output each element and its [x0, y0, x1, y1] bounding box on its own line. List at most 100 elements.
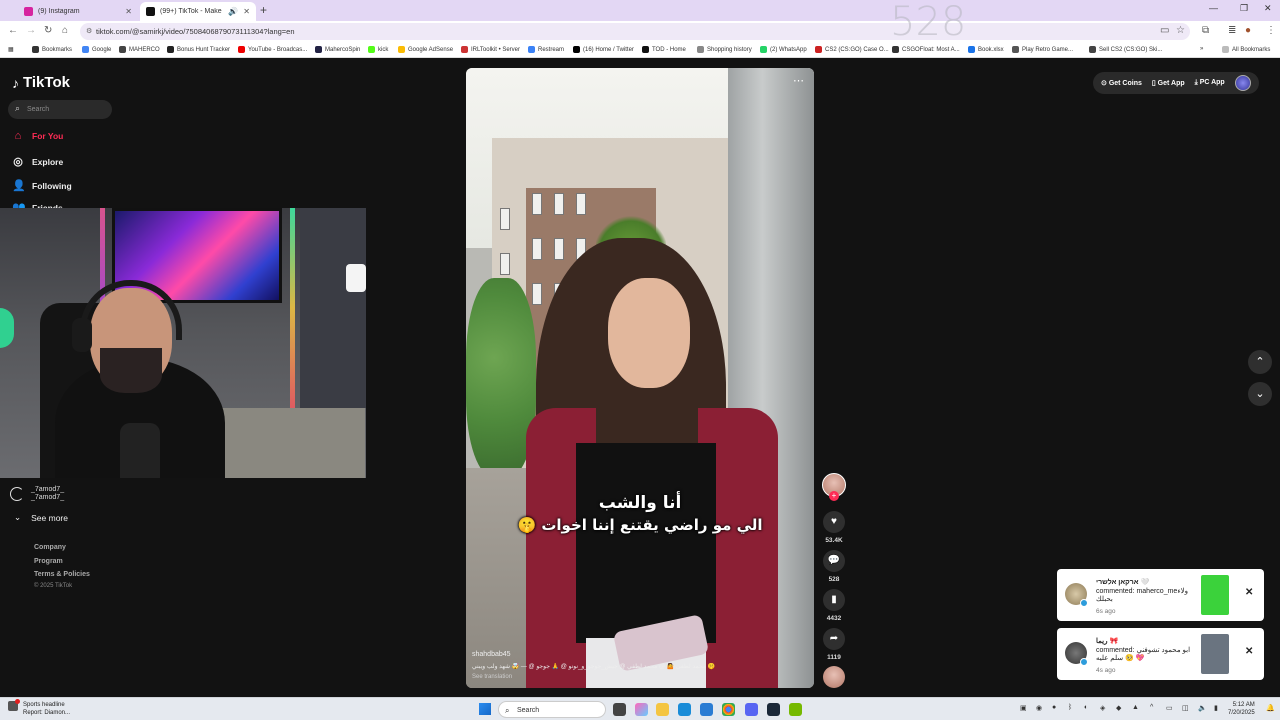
- taskbar-search[interactable]: ⌕ Search: [498, 701, 606, 718]
- store-icon[interactable]: [700, 703, 713, 716]
- tab-tiktok[interactable]: (99+) TikTok - Make Your D 🔊 ✕: [140, 2, 256, 21]
- bookmark-item[interactable]: YouTube - Broadcas...: [238, 46, 307, 53]
- comment-notification[interactable]: ארקאן אלשרי 🤍 commented: maherco_meولاء …: [1057, 569, 1264, 621]
- tab-instagram[interactable]: (9) Instagram ✕: [18, 2, 138, 21]
- footer-company[interactable]: Company: [34, 544, 66, 551]
- close-window-icon[interactable]: ✕: [1264, 3, 1272, 14]
- reload-icon[interactable]: ↻: [44, 25, 52, 36]
- tray-app-icon[interactable]: ◆: [1116, 704, 1121, 712]
- footer-terms[interactable]: Terms & Policies: [34, 571, 90, 578]
- bookmark-item[interactable]: CSGOFloat: Most A...: [892, 46, 960, 53]
- search-input[interactable]: ⌕ Search: [8, 100, 112, 119]
- see-translation-link[interactable]: See translation: [472, 674, 512, 680]
- chrome-icon[interactable]: [722, 703, 735, 716]
- tray-app-icon[interactable]: ◉: [1036, 704, 1042, 712]
- comment-notification[interactable]: ريما 🎀 commented: ابو محمود تشوفني سلم ع…: [1057, 628, 1264, 680]
- like-button[interactable]: ♥: [823, 511, 845, 533]
- copilot-icon[interactable]: [635, 703, 648, 716]
- home-icon[interactable]: ⌂: [62, 25, 68, 36]
- bookmark-item[interactable]: Bookmarks: [32, 46, 72, 53]
- bookmark-item[interactable]: IRLToolkit • Server: [461, 46, 520, 53]
- all-bookmarks-button[interactable]: All Bookmarks: [1222, 46, 1270, 53]
- video-author[interactable]: shahdbab45: [472, 651, 511, 658]
- minimize-icon[interactable]: —: [1209, 3, 1218, 13]
- edge-icon[interactable]: [678, 703, 691, 716]
- tray-app-icon[interactable]: ◈: [1100, 704, 1105, 712]
- volume-icon[interactable]: 🔈: [1198, 704, 1207, 712]
- discord-icon[interactable]: [745, 703, 758, 716]
- see-more-button[interactable]: ⌄ See more: [14, 512, 68, 523]
- start-button[interactable]: [479, 703, 491, 715]
- bluetooth-icon[interactable]: ᛒ: [1068, 704, 1072, 711]
- tray-app-icon[interactable]: ▣: [1020, 704, 1027, 712]
- profile-avatar[interactable]: [1234, 75, 1251, 91]
- bookmark-item[interactable]: Book.xlsx: [968, 46, 1004, 53]
- bookmark-item[interactable]: Bonus Hunt Tracker: [167, 46, 230, 53]
- close-tab-icon[interactable]: ✕: [243, 7, 250, 16]
- comment-button[interactable]: 💬: [823, 550, 845, 572]
- network-icon[interactable]: ◫: [1182, 704, 1189, 712]
- sound-avatar[interactable]: [823, 666, 845, 688]
- bookmark-item[interactable]: Shopping history: [697, 46, 752, 53]
- following-account[interactable]: _7amod7_ _7amod7_: [10, 486, 64, 502]
- nav-explore[interactable]: ◎ Explore: [12, 155, 63, 168]
- bookmark-item[interactable]: kick: [368, 46, 388, 53]
- menu-icon[interactable]: ⋮: [1266, 25, 1276, 36]
- get-coins-button[interactable]: ⊙ Get Coins: [1101, 79, 1142, 87]
- footer-program[interactable]: Program: [34, 558, 63, 565]
- close-icon[interactable]: ✕: [1245, 646, 1253, 657]
- profile-avatar-icon[interactable]: ●: [1245, 25, 1251, 36]
- bookmark-item[interactable]: (16) Home / Twitter: [573, 46, 634, 53]
- more-bookmarks-icon[interactable]: »: [1200, 46, 1203, 52]
- save-button[interactable]: ▮: [823, 589, 845, 611]
- clock[interactable]: 5:12 AM 7/20/2025: [1228, 701, 1255, 717]
- new-tab-button[interactable]: +: [260, 3, 267, 17]
- install-icon[interactable]: ▭: [1160, 25, 1169, 36]
- nvidia-icon[interactable]: [789, 703, 802, 716]
- chevron-up-icon[interactable]: ^: [1150, 704, 1153, 711]
- speaker-icon[interactable]: 🔊: [228, 7, 238, 16]
- bookmark-item[interactable]: (2) WhatsApp: [760, 46, 807, 53]
- previous-video-button[interactable]: ⌃: [1248, 350, 1272, 374]
- apps-icon[interactable]: ▦: [8, 46, 14, 53]
- star-icon[interactable]: ☆: [1176, 25, 1185, 36]
- url-field[interactable]: ⚙ tiktok.com/@samirkj/video/750840687907…: [80, 23, 1190, 40]
- news-widget[interactable]: Sports headline Report: Diamon...: [8, 699, 70, 717]
- follow-plus-icon[interactable]: +: [829, 491, 839, 501]
- tray-app-icon[interactable]: ●: [1052, 704, 1056, 711]
- battery-icon[interactable]: ▮: [1214, 704, 1218, 712]
- display-icon[interactable]: ▭: [1166, 704, 1173, 712]
- nav-following[interactable]: 👤 Following: [12, 179, 72, 192]
- tray-app-icon[interactable]: ◐: [1084, 704, 1088, 711]
- bookmark-item[interactable]: Google: [82, 46, 111, 53]
- get-app-button[interactable]: ▯ Get App: [1152, 79, 1185, 87]
- bookmark-item[interactable]: Google AdSense: [398, 46, 453, 53]
- nav-for-you[interactable]: ⌂ For You: [12, 130, 64, 142]
- pc-app-button[interactable]: ⤓ PC App: [1195, 79, 1225, 87]
- bookmark-item[interactable]: Play Retro Game...: [1012, 46, 1073, 53]
- extensions-icon[interactable]: ⧉: [1202, 25, 1209, 36]
- back-icon[interactable]: ←: [8, 25, 18, 36]
- close-icon[interactable]: ✕: [1245, 587, 1253, 598]
- bookmark-item[interactable]: CS2 (CS:GO) Case O...: [815, 46, 889, 53]
- tiktok-logo[interactable]: ♪ TikTok: [12, 74, 70, 91]
- bookmark-item[interactable]: MAHERCO: [119, 46, 160, 53]
- video-player[interactable]: أنا والشب الي مو راضي يقتنع إننا اخوات 🤫…: [466, 68, 814, 688]
- restore-icon[interactable]: ❐: [1240, 3, 1248, 14]
- bookmark-item[interactable]: Sell CS2 (CS:GO) Ski...: [1089, 46, 1162, 53]
- file-explorer-icon[interactable]: [656, 703, 669, 716]
- task-view-icon[interactable]: [613, 703, 626, 716]
- bookmark-item[interactable]: TOD - Home: [642, 46, 686, 53]
- bookmark-item[interactable]: Restream: [528, 46, 564, 53]
- media-icon[interactable]: ≣: [1228, 25, 1236, 36]
- next-video-button[interactable]: ⌄: [1248, 382, 1272, 406]
- steam-icon[interactable]: [767, 703, 780, 716]
- notifications-icon[interactable]: 🔔: [1266, 704, 1275, 712]
- close-tab-icon[interactable]: ✕: [125, 7, 132, 16]
- more-options-icon[interactable]: ⋯: [793, 74, 804, 87]
- forward-icon[interactable]: →: [26, 25, 36, 36]
- site-info-icon[interactable]: ⚙: [86, 27, 92, 35]
- tray-app-icon[interactable]: ▲: [1132, 704, 1139, 711]
- share-button[interactable]: ➦: [823, 628, 845, 650]
- bookmark-item[interactable]: MahercoSpin: [315, 46, 360, 53]
